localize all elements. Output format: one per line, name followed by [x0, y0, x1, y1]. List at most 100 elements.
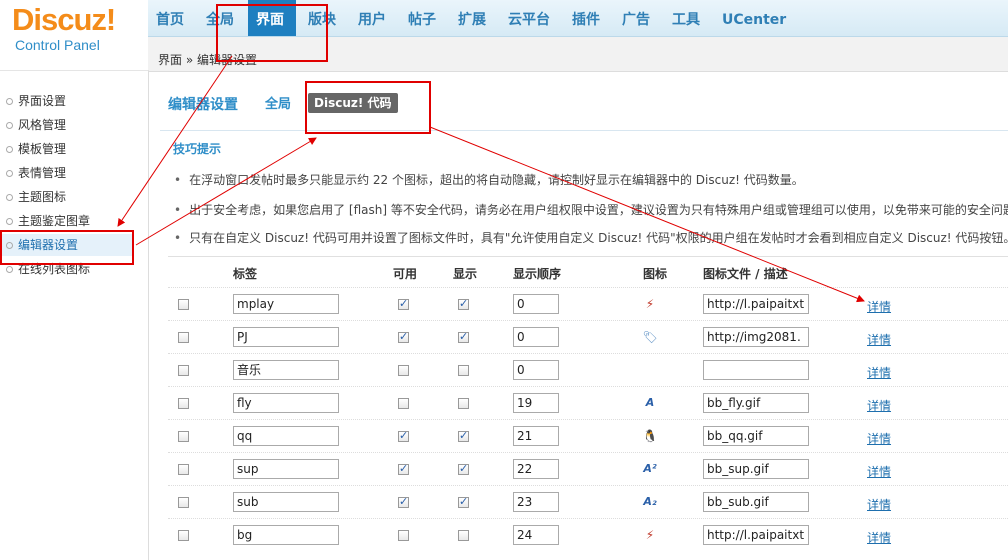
detail-link[interactable]: 详情	[867, 430, 891, 447]
annotation-box-tab	[305, 81, 431, 134]
table-row: 音乐 0 详情	[168, 353, 1008, 387]
nav-ads[interactable]: 广告	[614, 0, 660, 36]
table-header: 标签 可用 显示 显示顺序 图标 图标文件 / 描述	[168, 256, 1008, 287]
tip-item: 在浮动窗口发帖时最多只能显示约 22 个图标，超出的将自动隐藏，请控制好显示在编…	[174, 171, 1008, 188]
nav-tools[interactable]: 工具	[664, 0, 710, 36]
order-input[interactable]: 23	[513, 492, 559, 512]
enabled-checkbox[interactable]	[398, 398, 409, 409]
nav-posts[interactable]: 帖子	[400, 0, 446, 36]
row-select-checkbox[interactable]	[178, 398, 189, 409]
detail-link[interactable]: 详情	[867, 529, 891, 546]
nav-plugins[interactable]: 插件	[564, 0, 610, 36]
logo: Discuz!	[12, 2, 116, 37]
sidebar-item-smilies[interactable]: 表情管理	[0, 162, 134, 184]
enabled-checkbox[interactable]	[398, 462, 409, 475]
order-input[interactable]: 21	[513, 426, 559, 446]
sidebar-item-stamps[interactable]: 主题鉴定图章	[0, 210, 134, 232]
table-row: PJ 0 🏷 http://img2081. 详情	[168, 320, 1008, 354]
order-input[interactable]: 0	[513, 294, 559, 314]
tip-item: 出于安全考虑，如果您启用了 [flash] 等不安全代码，请务必在用户组权限中设…	[174, 201, 1008, 218]
superscript-icon: A²	[643, 462, 657, 475]
nav-home[interactable]: 首页	[148, 0, 194, 36]
order-input[interactable]: 22	[513, 459, 559, 479]
enabled-checkbox[interactable]	[398, 365, 409, 376]
enabled-checkbox[interactable]	[398, 330, 409, 343]
shown-checkbox[interactable]	[458, 429, 469, 442]
row-select-checkbox[interactable]	[178, 530, 189, 541]
logo-area: Discuz! Control Panel	[0, 0, 148, 70]
enabled-checkbox[interactable]	[398, 530, 409, 541]
detail-link[interactable]: 详情	[867, 496, 891, 513]
row-select-checkbox[interactable]	[178, 332, 189, 343]
sidebar-item-templates[interactable]: 模板管理	[0, 138, 134, 160]
tag-input[interactable]: bg	[233, 525, 339, 545]
qq-penguin-icon: 🐧	[642, 429, 658, 443]
shown-checkbox[interactable]	[458, 462, 469, 475]
icon-file-input[interactable]	[703, 360, 809, 380]
order-input[interactable]: 19	[513, 393, 559, 413]
enabled-checkbox[interactable]	[398, 297, 409, 310]
flash-icon: ⚡	[645, 297, 655, 311]
shown-checkbox[interactable]	[458, 365, 469, 376]
detail-link[interactable]: 详情	[867, 331, 891, 348]
detail-link[interactable]: 详情	[867, 397, 891, 414]
icon-file-input[interactable]: bb_sup.gif	[703, 459, 809, 479]
nav-extend[interactable]: 扩展	[450, 0, 496, 36]
table-row: mplay 0 ⚡ http://l.paipaitxt 详情	[168, 287, 1008, 321]
sidebar-item-interface-settings[interactable]: 界面设置	[0, 90, 134, 112]
row-select-checkbox[interactable]	[178, 431, 189, 442]
col-icon: 图标	[643, 267, 668, 281]
nav-ucenter[interactable]: UCenter	[714, 0, 794, 36]
tag-input[interactable]: sup	[233, 459, 339, 479]
row-select-checkbox[interactable]	[178, 299, 189, 310]
nav-cloud[interactable]: 云平台	[500, 0, 560, 36]
tag-input[interactable]: qq	[233, 426, 339, 446]
icon-file-input[interactable]: http://l.paipaitxt	[703, 294, 809, 314]
sidebar-item-thread-icons[interactable]: 主题图标	[0, 186, 134, 208]
order-input[interactable]: 0	[513, 360, 559, 380]
icon-file-input[interactable]: http://l.paipaitxt	[703, 525, 809, 545]
col-shown: 显示	[453, 267, 478, 281]
row-select-checkbox[interactable]	[178, 365, 189, 376]
shown-checkbox[interactable]	[458, 398, 469, 409]
order-input[interactable]: 0	[513, 327, 559, 347]
row-select-checkbox[interactable]	[178, 497, 189, 508]
enabled-checkbox[interactable]	[398, 429, 409, 442]
table-row: sub 23 A₂ bb_sub.gif 详情	[168, 485, 1008, 519]
detail-link[interactable]: 详情	[867, 463, 891, 480]
shown-checkbox[interactable]	[458, 297, 469, 310]
shown-checkbox[interactable]	[458, 530, 469, 541]
tag-input[interactable]: PJ	[233, 327, 339, 347]
tag-icon: 🏷	[642, 330, 658, 344]
tag-input[interactable]: sub	[233, 492, 339, 512]
sidebar-item-styles[interactable]: 风格管理	[0, 114, 134, 136]
shown-checkbox[interactable]	[458, 330, 469, 343]
tag-input[interactable]: mplay	[233, 294, 339, 314]
enabled-checkbox[interactable]	[398, 495, 409, 508]
table-row: qq 21 🐧 bb_qq.gif 详情	[168, 419, 1008, 453]
icon-file-input[interactable]: bb_fly.gif	[703, 393, 809, 413]
col-order: 显示顺序	[513, 267, 562, 281]
tab-global[interactable]: 全局	[265, 93, 291, 112]
table-row: sup 22 A² bb_sup.gif 详情	[168, 452, 1008, 486]
annotation-box-nav	[216, 4, 328, 62]
detail-link[interactable]: 详情	[867, 298, 891, 315]
tip-item: 只有在自定义 Discuz! 代码可用并设置了图标文件时，具有"允许使用自定义 …	[174, 229, 1008, 246]
order-input[interactable]: 24	[513, 525, 559, 545]
icon-file-input[interactable]: bb_sub.gif	[703, 492, 809, 512]
col-tag: 标签	[233, 267, 258, 281]
table-row: fly 19 Abb_fly.gif 详情	[168, 386, 1008, 420]
col-file: 图标文件 / 描述	[703, 267, 788, 281]
icon-file-input[interactable]: http://img2081.	[703, 327, 809, 347]
shown-checkbox[interactable]	[458, 495, 469, 508]
tag-input[interactable]: 音乐	[233, 360, 339, 380]
divider	[160, 130, 1008, 131]
detail-link[interactable]: 详情	[867, 364, 891, 381]
logo-subtitle: Control Panel	[15, 37, 100, 53]
icon-file-input[interactable]: bb_qq.gif	[703, 426, 809, 446]
annotation-box-sidebar	[0, 230, 134, 265]
col-enabled: 可用	[393, 267, 418, 281]
row-select-checkbox[interactable]	[178, 464, 189, 475]
nav-users[interactable]: 用户	[350, 0, 396, 36]
tag-input[interactable]: fly	[233, 393, 339, 413]
